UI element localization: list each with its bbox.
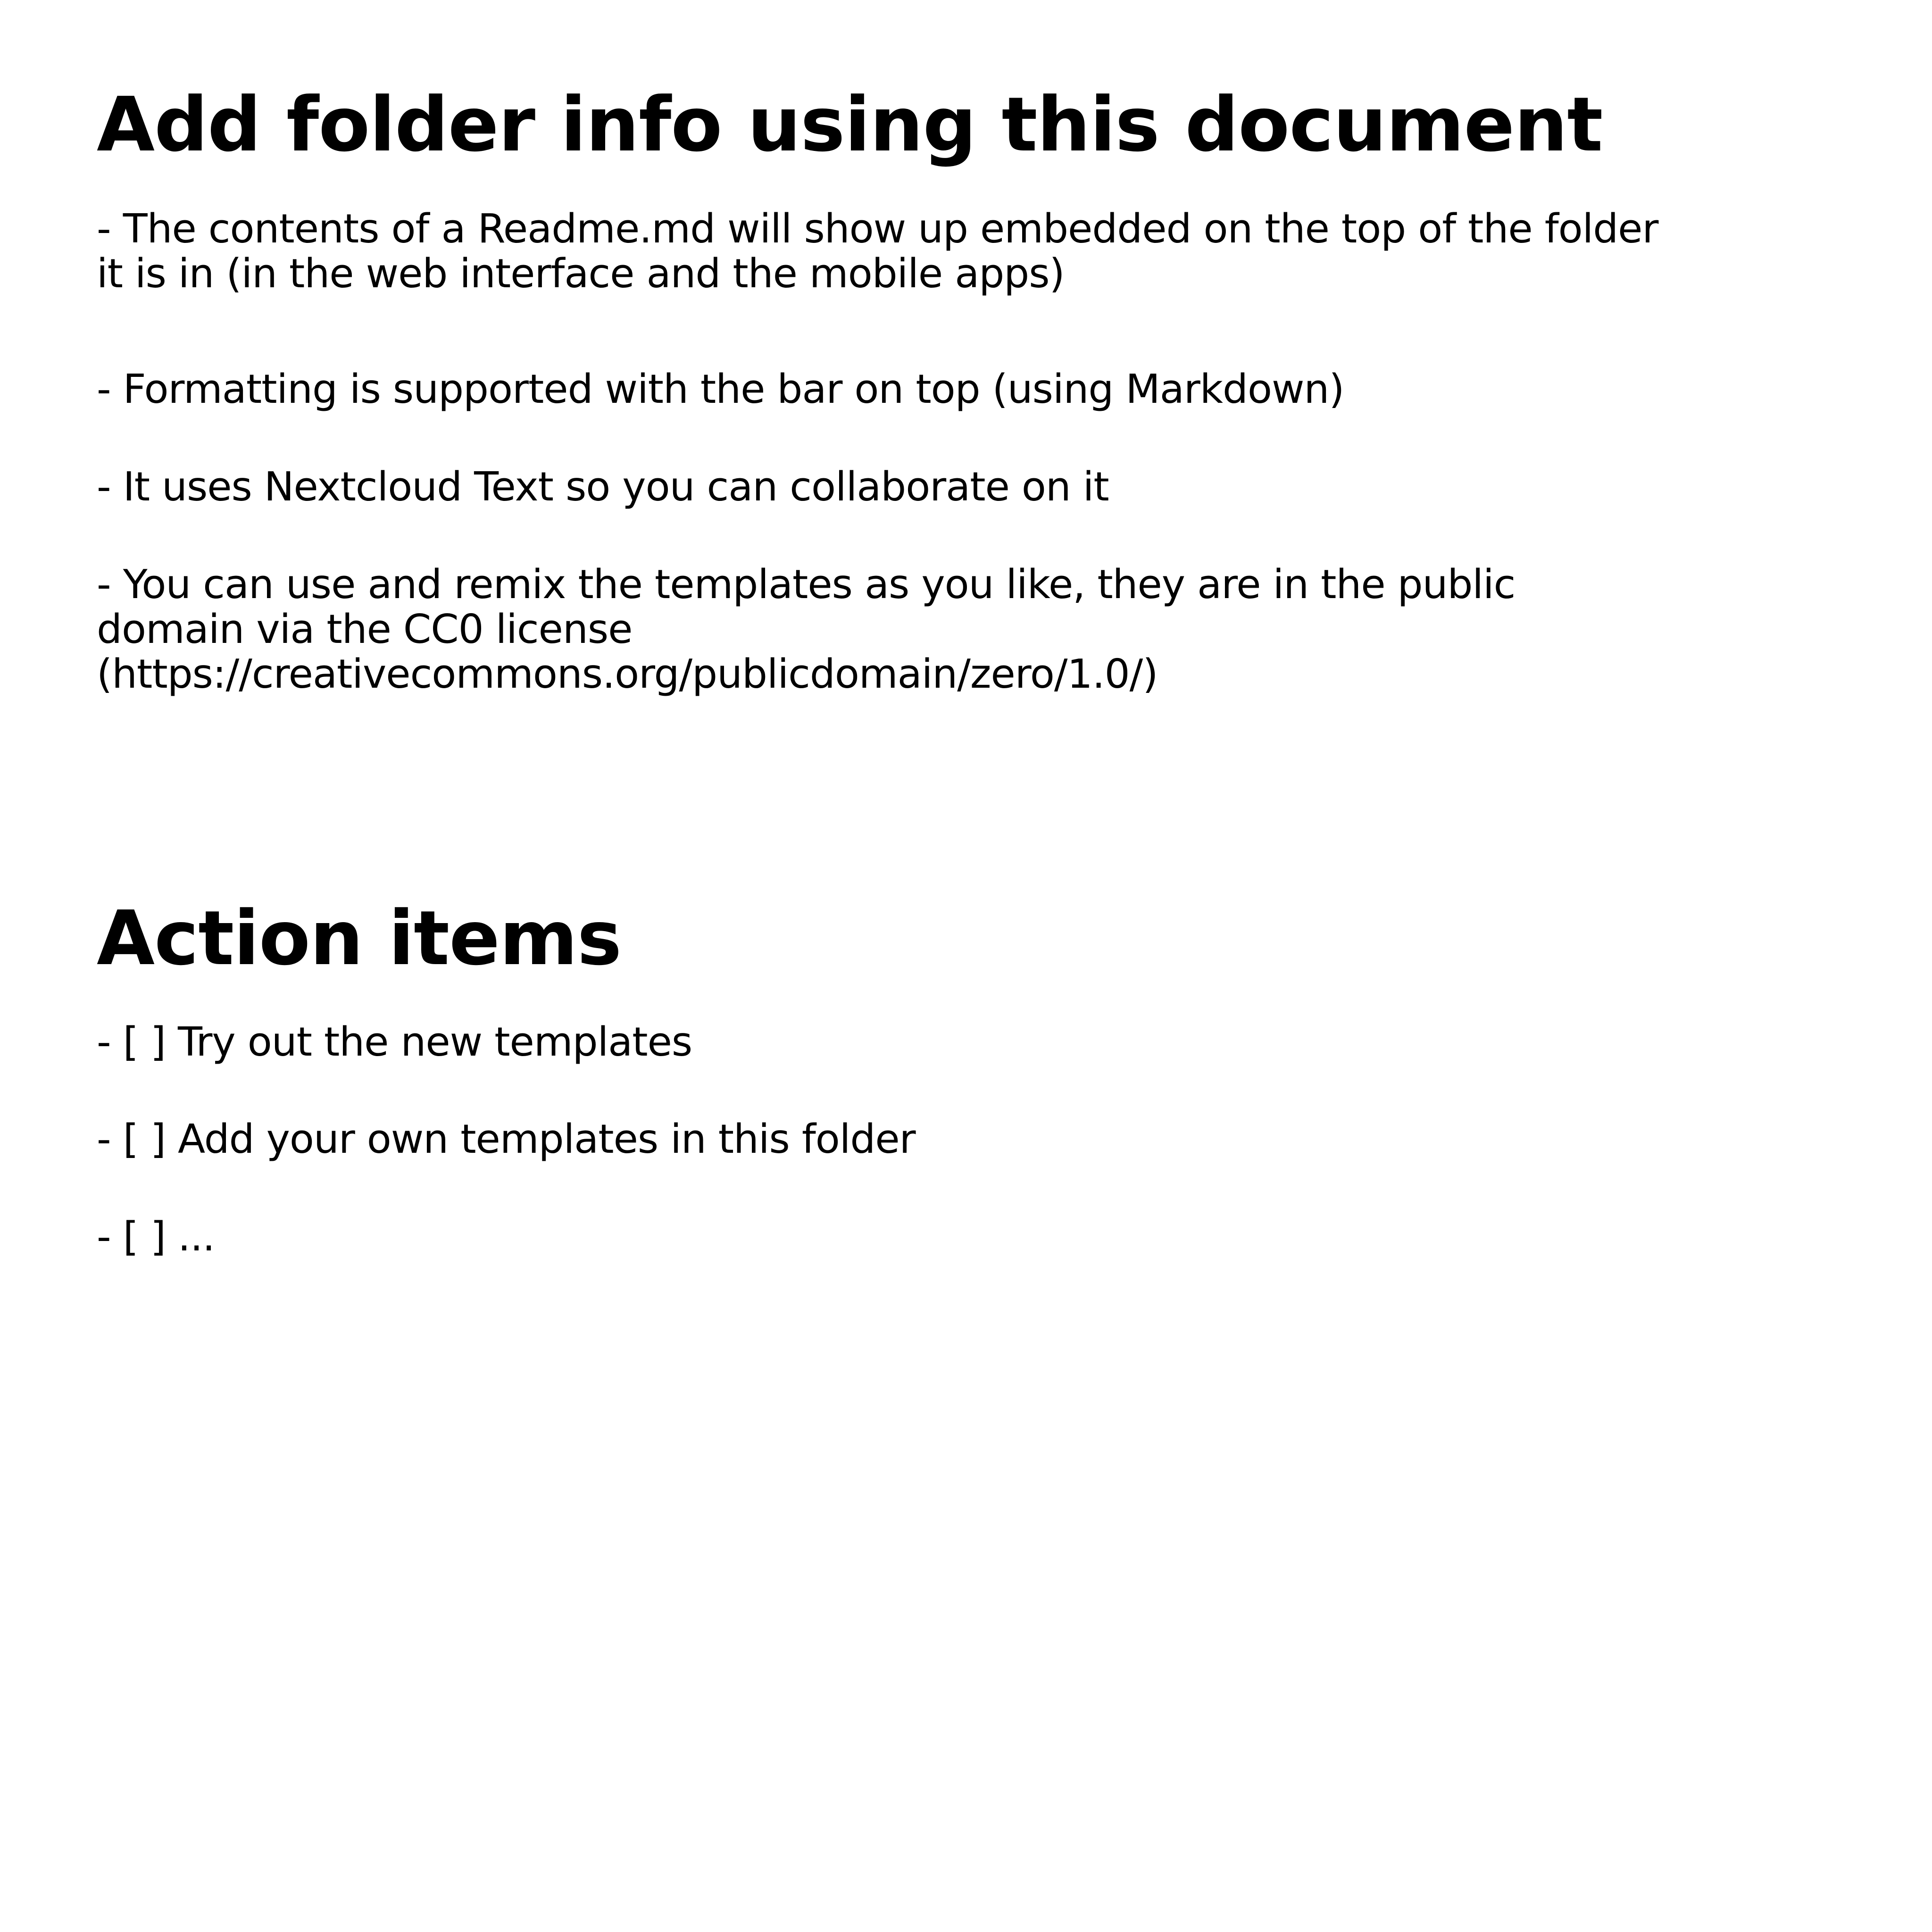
paragraph-license: - You can use and remix the templates as… [97,561,1516,698]
paragraph-line: domain via the CC0 license [97,606,633,653]
action-item: - [ ] Try out the new templates [97,1019,692,1066]
paragraph-line: - Formatting is supported with the bar o… [97,366,1345,413]
paragraph-line: (https://creativecommons.org/publicdomai… [97,651,1158,698]
paragraph-line: - It uses Nextcloud Text so you can coll… [97,464,1109,510]
paragraph-line: it is in (in the web interface and the m… [97,250,1065,297]
paragraph-formatting: - Formatting is supported with the bar o… [97,366,1345,413]
action-item: - [ ] ... [97,1214,215,1260]
paragraph-readme-contents: - The contents of a Readme.md will show … [97,207,1658,296]
action-item: - [ ] Add your own templates in this fol… [97,1116,916,1163]
paragraph-nextcloud-text: - It uses Nextcloud Text so you can coll… [97,465,1109,509]
paragraph-line: - The contents of a Readme.md will show … [97,206,1658,252]
heading-folder-info: Add folder info using this document [97,81,1603,168]
heading-action-items: Action items [97,895,622,982]
paragraph-line: - You can use and remix the templates as… [97,561,1516,608]
